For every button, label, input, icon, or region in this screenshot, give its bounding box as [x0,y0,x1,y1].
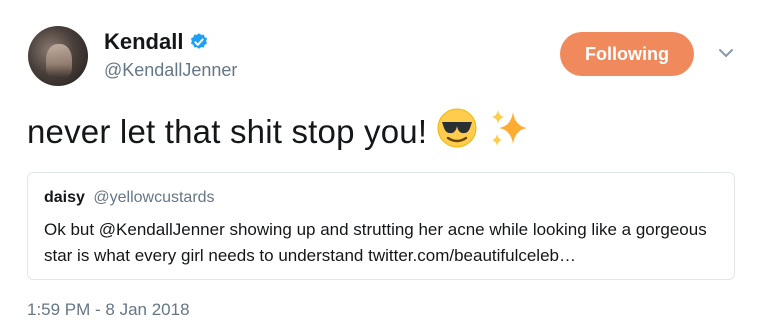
quoted-tweet-header: daisy @yellowcustards [44,189,215,207]
chevron-down-icon[interactable] [716,45,736,61]
verified-badge-icon [189,32,209,52]
quoted-author-handle: @yellowcustards [93,189,215,206]
tweet-text-content: never let that shit stop you! [27,113,428,150]
quoted-tweet-text: Ok but @KendallJenner showing up and str… [44,220,707,265]
following-button[interactable]: Following [560,32,694,76]
tweet-card: Kendall @KendallJenner Following never l… [0,0,768,332]
author-name-row: Kendall [104,29,209,55]
author-display-name[interactable]: Kendall [104,29,183,55]
avatar-figure [46,44,72,78]
quoted-author-name: daisy [44,189,85,206]
sparkles-emoji-icon [487,106,531,158]
sunglasses-emoji-icon [435,106,479,158]
tweet-timestamp[interactable]: 1:59 PM - 8 Jan 2018 [27,300,190,320]
tweet-text: never let that shit stop you! [27,106,531,158]
quoted-tweet[interactable]: daisy @yellowcustards Ok but @KendallJen… [27,172,735,280]
avatar[interactable] [28,26,88,86]
author-handle[interactable]: @KendallJenner [104,60,237,81]
